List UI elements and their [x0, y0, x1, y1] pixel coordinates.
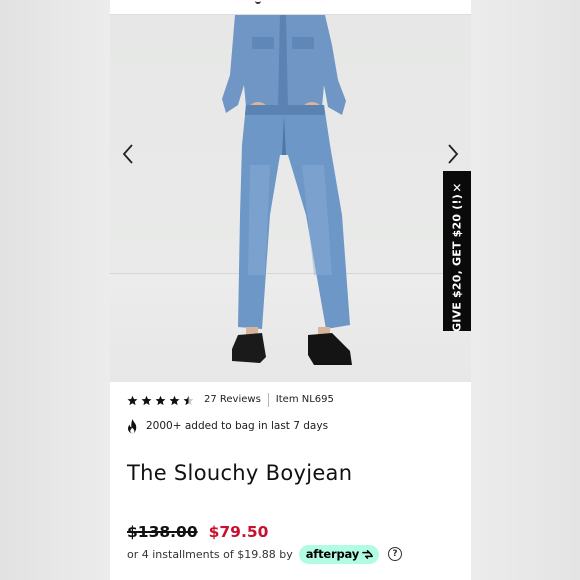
- star-rating[interactable]: [127, 395, 194, 406]
- product-image[interactable]: [110, 15, 471, 382]
- previous-image-button[interactable]: [116, 142, 140, 166]
- promo-close-icon[interactable]: ✕: [443, 181, 471, 195]
- promo-label: GIVE $20, GET $20 (!): [450, 194, 464, 332]
- bag-activity: 2000+ added to bag in last 7 days: [126, 418, 328, 434]
- fire-icon: [128, 418, 137, 433]
- star-icon: [169, 395, 180, 405]
- star-icon: [127, 395, 138, 405]
- chevron-right-icon: [448, 144, 459, 164]
- chevron-left-icon: [122, 144, 133, 164]
- half-star-icon: [183, 395, 194, 405]
- referral-promo-tab[interactable]: ✕ GIVE $20, GET $20 (!): [443, 171, 471, 332]
- next-image-button[interactable]: [441, 142, 465, 166]
- background-left: [0, 0, 110, 580]
- top-bar: [110, 0, 471, 15]
- model-illustration: [222, 15, 352, 365]
- price-row: $138.00 $79.50: [127, 523, 268, 541]
- help-icon[interactable]: ?: [388, 547, 403, 561]
- top-bar-indicator: [255, 0, 261, 4]
- installments-text: or 4 installments of $19.88 by: [127, 547, 293, 561]
- bag-activity-text: 2000+ added to bag in last 7 days: [146, 420, 329, 432]
- reviews-link[interactable]: 27 Reviews: [204, 393, 269, 407]
- installments-row: or 4 installments of $19.88 by afterpay …: [127, 544, 403, 564]
- star-icon: [141, 395, 152, 405]
- original-price: $138.00: [127, 523, 198, 541]
- product-page: ✕ GIVE $20, GET $20 (!) 27 Reviews Item …: [110, 0, 471, 580]
- product-title: The Slouchy Boyjean: [127, 461, 353, 485]
- sale-price: $79.50: [208, 523, 269, 541]
- afterpay-logo: afterpay: [305, 547, 360, 561]
- background-right: [471, 0, 580, 580]
- afterpay-arrow-icon: [362, 549, 373, 559]
- item-number: Item NL695: [275, 394, 334, 405]
- afterpay-badge[interactable]: afterpay: [298, 544, 380, 564]
- star-icon: [155, 395, 166, 405]
- rating-row: 27 Reviews Item NL695: [127, 393, 334, 407]
